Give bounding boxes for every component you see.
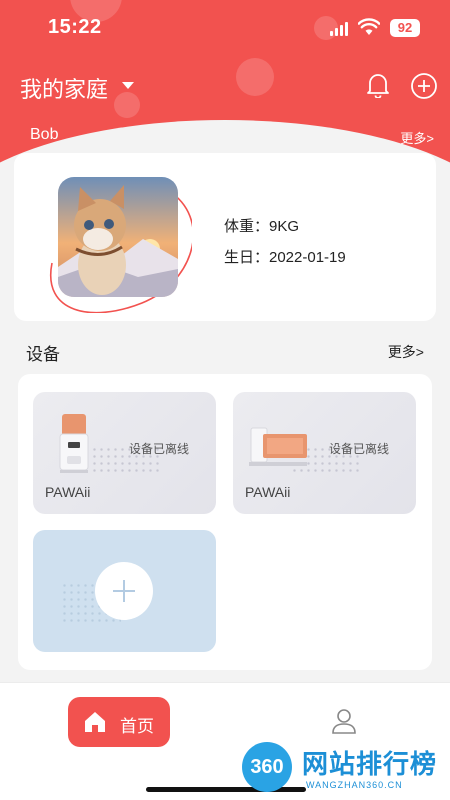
plus-icon[interactable] xyxy=(95,562,153,620)
pet-tab-active[interactable]: Bob xyxy=(30,126,58,144)
device-name: PAWAii xyxy=(245,484,291,500)
device-card[interactable]: 设备已离线 PAWAii xyxy=(33,392,216,514)
profile-icon[interactable] xyxy=(330,707,358,735)
pet-feeder-icon xyxy=(59,414,89,473)
battery-indicator: 92 xyxy=(390,19,420,37)
device-status: 设备已离线 xyxy=(129,442,190,456)
add-circle-icon[interactable] xyxy=(410,72,438,100)
device-name: PAWAii xyxy=(45,484,91,500)
device-status: 设备已离线 xyxy=(329,442,390,456)
watermark-logo-badge: 360 xyxy=(242,742,292,792)
pets-more-link[interactable]: 更多> xyxy=(400,128,434,147)
cellular-signal-icon xyxy=(330,22,348,36)
pet-info: 体重：9KG 生日：2022-01-19 xyxy=(224,215,346,277)
status-bar: 15:22 92 xyxy=(0,14,450,44)
nav-home-button[interactable]: 首页 xyxy=(68,697,170,747)
home-icon xyxy=(85,712,105,732)
pet-avatar[interactable] xyxy=(58,177,178,297)
pet-feeder-icon xyxy=(249,427,307,466)
bell-icon[interactable] xyxy=(366,72,390,98)
device-card[interactable]: 设备已离线 PAWAii xyxy=(233,392,416,514)
watermark-logo: 360 网站排行榜 WANGZHAN360.CN xyxy=(236,738,450,800)
devices-more-link[interactable]: 更多> xyxy=(388,342,424,362)
devices-section-title: 设备 xyxy=(26,345,60,364)
watermark-title: 网站排行榜 xyxy=(302,749,438,779)
status-time: 15:22 xyxy=(48,16,102,38)
watermark-url: WANGZHAN360.CN xyxy=(306,780,403,790)
chevron-down-icon[interactable] xyxy=(122,82,134,89)
devices-panel: 设备已离线 PAWAii 设备已离线 PAWAii xyxy=(18,374,432,670)
family-selector[interactable]: 我的家庭 xyxy=(20,72,108,104)
wifi-icon xyxy=(358,18,380,35)
pet-card[interactable]: 体重：9KG 生日：2022-01-19 xyxy=(14,153,436,321)
top-bar: 我的家庭 xyxy=(0,70,450,106)
pet-birthday: 生日：2022-01-19 xyxy=(224,249,346,266)
nav-home-label: 首页 xyxy=(120,717,154,736)
add-device-card[interactable] xyxy=(33,530,216,652)
pet-weight: 体重：9KG xyxy=(224,218,300,235)
